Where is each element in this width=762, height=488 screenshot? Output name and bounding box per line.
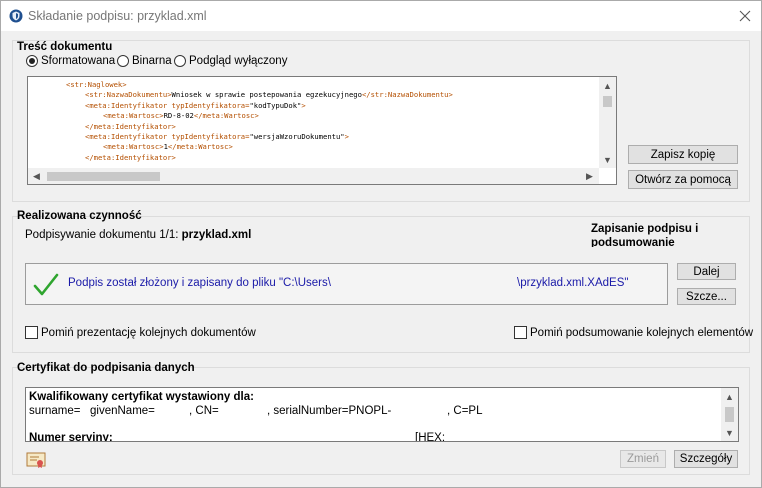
radio-binary-label: Binarna bbox=[132, 55, 172, 67]
next-button[interactable]: Dalej bbox=[677, 263, 736, 280]
cert-serial-heading: Numer seryjny: bbox=[29, 432, 113, 442]
cert-cn-label: , CN= bbox=[189, 405, 219, 417]
xml-line: <meta:Identyfikator typIdentyfikatora="k… bbox=[85, 100, 306, 110]
cert-scroll-down-arrow-icon[interactable]: ▼ bbox=[721, 424, 738, 441]
radio-binary-indicator[interactable] bbox=[117, 55, 129, 67]
cert-scroll-up-arrow-icon[interactable]: ▲ bbox=[721, 388, 738, 405]
details-short-button[interactable]: Szcze... bbox=[677, 288, 736, 305]
radio-binary[interactable]: Binarna bbox=[117, 55, 172, 67]
result-box: Podpis został złożony i zapisany do plik… bbox=[25, 263, 668, 305]
certificate-group-title: Certyfikat do podpisania danych bbox=[17, 362, 195, 374]
result-message: Podpis został złożony i zapisany do plik… bbox=[68, 277, 331, 289]
cert-serial-label: , serialNumber=PNOPL- bbox=[267, 405, 392, 417]
result-path-end: \przyklad.xml.XAdES" bbox=[517, 277, 629, 289]
xml-preview[interactable]: <str:Naglowek> <str:NazwaDokumentu>Wnios… bbox=[27, 76, 617, 185]
stage-label: Zapisanie podpisu i podsumowanie bbox=[591, 223, 699, 247]
skip-summary-label: Pomiń podsumowanie kolejnych elementów bbox=[530, 326, 754, 339]
cert-hex-label: [HEX: bbox=[415, 432, 446, 442]
xml-vertical-scrollbar[interactable]: ▲ ▼ bbox=[599, 77, 616, 168]
scroll-right-arrow-icon[interactable]: ▶ bbox=[581, 168, 598, 184]
certificate-details-button[interactable]: Szczegóły bbox=[674, 450, 738, 468]
certificate-info-box[interactable]: Kwalifikowany certyfikat wystawiony dla:… bbox=[25, 387, 739, 442]
close-icon[interactable] bbox=[731, 4, 759, 28]
radio-formatted-label: Sformatowana bbox=[41, 55, 116, 67]
cert-scroll-thumb[interactable] bbox=[725, 407, 734, 422]
progress-prefix: Podpisywanie dokumentu 1/1: bbox=[25, 229, 182, 241]
xml-line: <meta:Wartosc>RD-8-02</meta:Wartosc> bbox=[103, 111, 259, 121]
action-group-title: Realizowana czynność bbox=[17, 210, 142, 222]
progress-file: przyklad.xml bbox=[181, 229, 252, 241]
save-copy-button[interactable]: Zapisz kopię bbox=[628, 145, 738, 164]
xml-line: <meta:Wartosc>1</meta:Wartosc> bbox=[103, 142, 233, 152]
progress-text: Podpisywanie dokumentu 1/1: przyklad.xml bbox=[25, 229, 251, 241]
horizontal-scroll-thumb[interactable] bbox=[47, 172, 160, 181]
app-shield-icon bbox=[9, 9, 23, 23]
scroll-up-arrow-icon[interactable]: ▲ bbox=[599, 77, 616, 94]
skip-presentation-box[interactable] bbox=[25, 326, 38, 339]
radio-preview-off-label: Podgląd wyłączony bbox=[189, 55, 288, 67]
xml-line: <str:NazwaDokumentu>Wniosek w sprawie po… bbox=[85, 90, 453, 100]
skip-summary-checkbox[interactable]: Pomiń podsumowanie kolejnych elementów bbox=[514, 326, 753, 339]
skip-presentation-checkbox[interactable]: Pomiń prezentację kolejnych dokumentów bbox=[25, 326, 256, 339]
xml-lines: <str:Naglowek> <str:NazwaDokumentu>Wnios… bbox=[28, 77, 600, 169]
title-bar: Składanie podpisu: przyklad.xml bbox=[1, 1, 761, 31]
cert-surname-label: surname= bbox=[29, 405, 81, 417]
certificate-icon[interactable] bbox=[26, 451, 46, 469]
xml-line: </meta:Identyfikator> bbox=[85, 121, 176, 131]
cert-vertical-scrollbar[interactable]: ▲ ▼ bbox=[721, 388, 738, 441]
open-with-button[interactable]: Otwórz za pomocą bbox=[628, 170, 738, 189]
cert-given-name-label: givenName= bbox=[90, 405, 155, 417]
scroll-left-arrow-icon[interactable]: ◀ bbox=[28, 168, 45, 184]
radio-preview-off-indicator[interactable] bbox=[174, 55, 186, 67]
xml-horizontal-scrollbar[interactable]: ◀ ▶ bbox=[28, 168, 599, 184]
xml-line: <str:Naglowek> bbox=[66, 80, 127, 89]
xml-line: <meta:Identyfikator typIdentyfikatora="w… bbox=[85, 132, 349, 141]
cert-heading: Kwalifikowany certyfikat wystawiony dla: bbox=[29, 391, 254, 403]
change-button[interactable]: Zmień bbox=[620, 450, 666, 468]
document-content-title: Treść dokumentu bbox=[17, 41, 113, 53]
vertical-scroll-thumb[interactable] bbox=[603, 96, 612, 107]
window-title: Składanie podpisu: przyklad.xml bbox=[28, 9, 207, 23]
skip-summary-box[interactable] bbox=[514, 326, 527, 339]
xml-line: </meta:Identyfikator> bbox=[85, 152, 176, 162]
skip-presentation-label: Pomiń prezentację kolejnych dokumentów bbox=[41, 326, 256, 339]
radio-preview-off[interactable]: Podgląd wyłączony bbox=[174, 55, 287, 67]
success-check-icon bbox=[33, 273, 59, 296]
cert-country-label: , C=PL bbox=[447, 405, 483, 417]
scroll-down-arrow-icon[interactable]: ▼ bbox=[599, 151, 616, 168]
radio-formatted[interactable]: Sformatowana bbox=[26, 55, 115, 67]
radio-formatted-indicator[interactable] bbox=[26, 55, 38, 67]
signing-dialog: Składanie podpisu: przyklad.xml Treść do… bbox=[0, 0, 762, 488]
